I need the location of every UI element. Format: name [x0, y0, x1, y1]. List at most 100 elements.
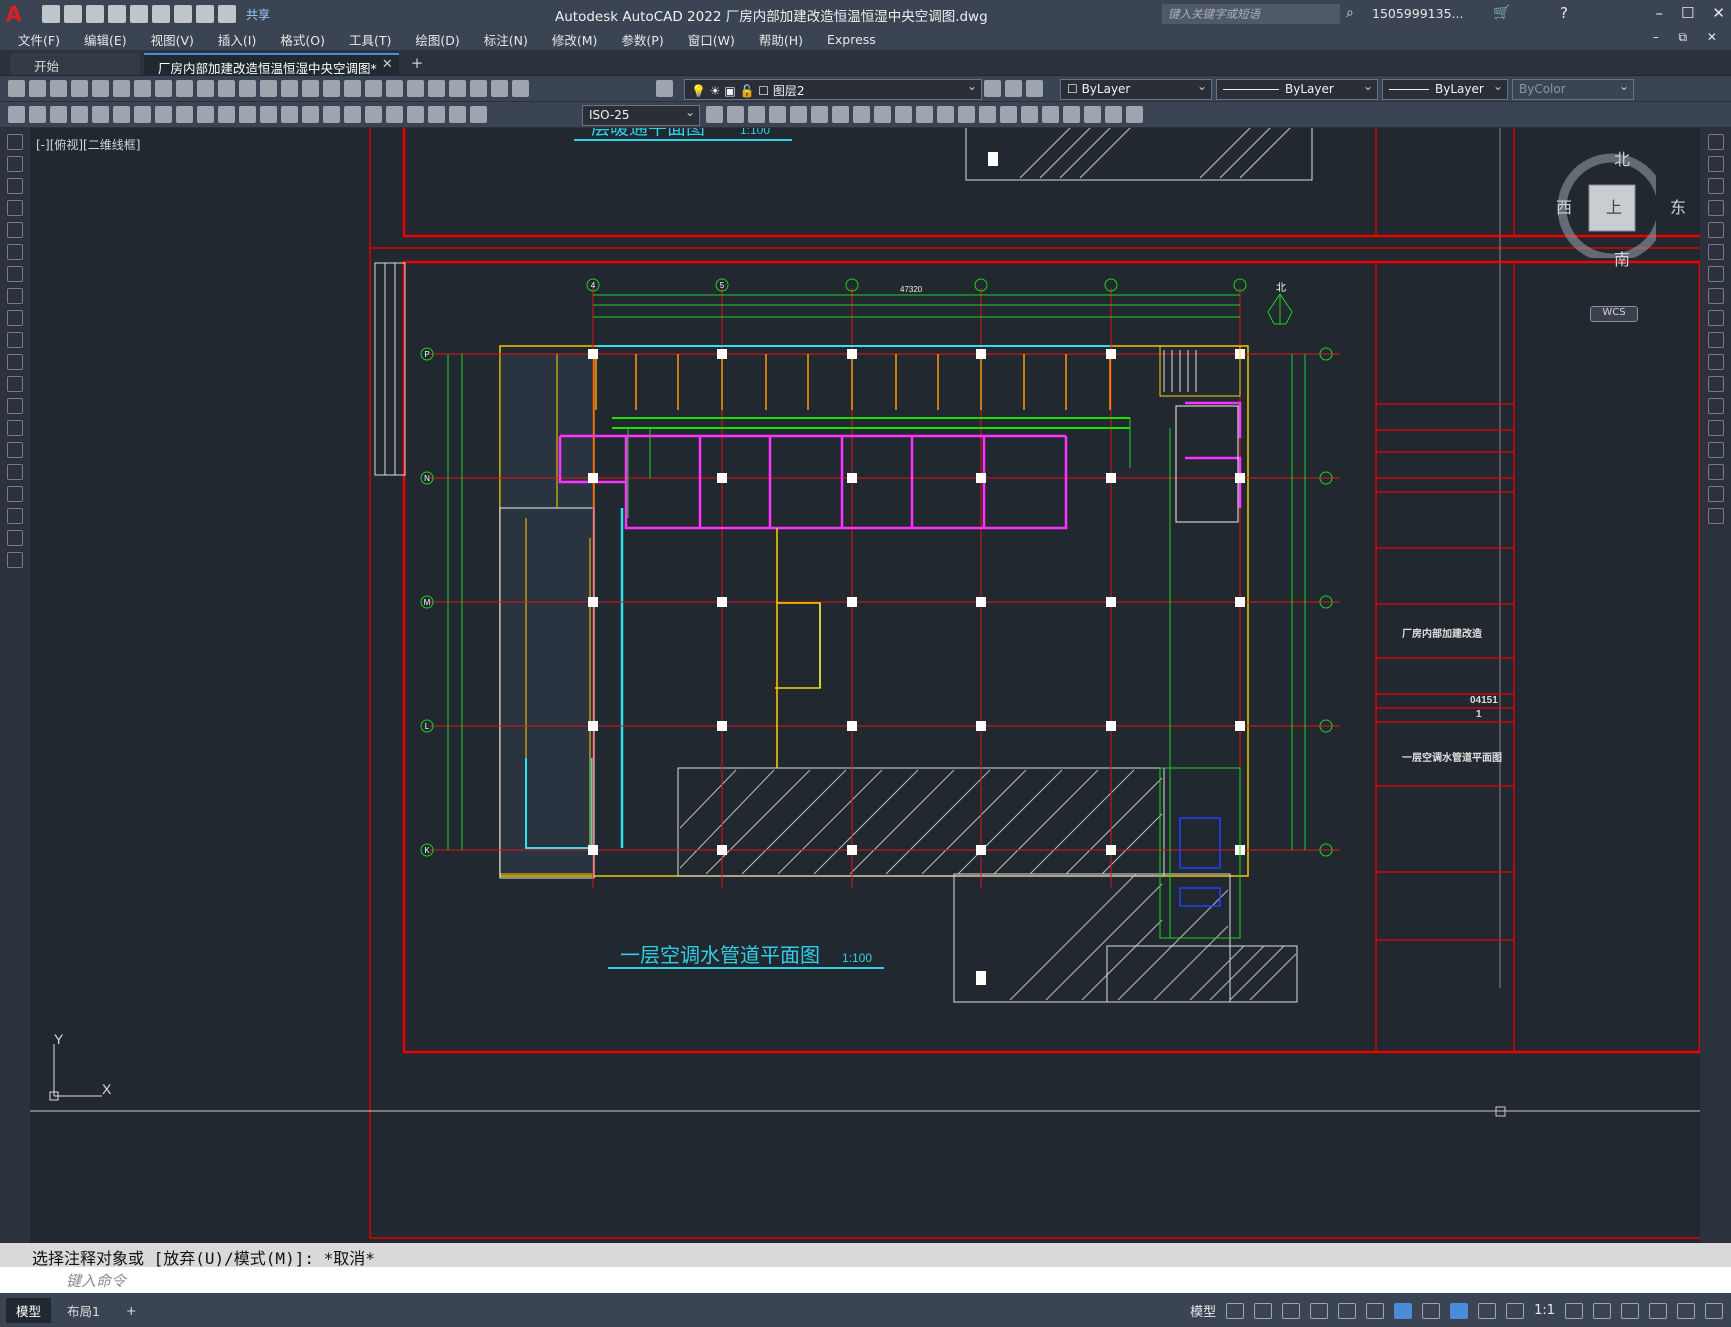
xedit-icon[interactable] [1000, 106, 1017, 123]
open-web-icon[interactable] [130, 5, 148, 23]
snap-icon[interactable] [979, 106, 996, 123]
dim-space-icon[interactable] [302, 106, 319, 123]
tolerance-icon[interactable] [344, 106, 361, 123]
tab-close-icon[interactable]: ✕ [382, 57, 393, 72]
layer-walk-icon[interactable] [50, 106, 67, 123]
layer-state-icon[interactable] [1026, 80, 1043, 97]
save-icon[interactable] [50, 80, 67, 97]
inspect-icon[interactable] [386, 106, 403, 123]
draworder-front-icon[interactable] [727, 106, 744, 123]
stretch-icon[interactable] [1707, 310, 1724, 326]
isolate-objects-icon[interactable] [1621, 1302, 1639, 1319]
point-icon[interactable] [7, 420, 23, 436]
line-icon[interactable] [7, 134, 23, 150]
match-prop-icon[interactable] [218, 80, 235, 97]
linetype-dropdown[interactable]: ByLayer [1216, 79, 1378, 100]
help-icon[interactable] [512, 80, 529, 97]
markup-icon[interactable] [470, 80, 487, 97]
dim-edit-icon[interactable] [428, 106, 445, 123]
rotate-icon[interactable] [1707, 266, 1724, 282]
dim-text-edit-icon[interactable] [449, 106, 466, 123]
menu-item-12[interactable]: Express [815, 32, 888, 47]
publish-icon[interactable] [113, 80, 130, 97]
polygon-icon[interactable] [7, 200, 23, 216]
circle-icon[interactable] [7, 266, 23, 282]
quick-dim-icon[interactable] [239, 106, 256, 123]
copy-object-icon[interactable] [1707, 156, 1724, 172]
table-icon[interactable] [7, 508, 23, 524]
menu-item-9[interactable]: 参数(P) [609, 30, 675, 49]
object-snap-icon[interactable] [1394, 1302, 1413, 1319]
insert-block-icon[interactable] [7, 376, 23, 392]
layer-dropdown[interactable]: 💡 ☀ ▣ 🔓 ☐ 图层2 [684, 79, 982, 100]
workspace-gear-icon[interactable] [1565, 1302, 1583, 1319]
plot-preview-icon[interactable] [92, 80, 109, 97]
menu-item-11[interactable]: 帮助(H) [747, 30, 815, 49]
break-icon[interactable] [1707, 398, 1724, 414]
dimstyle-icon[interactable] [706, 106, 723, 123]
compass-west[interactable]: 西 [1556, 194, 1572, 218]
menu-item-2[interactable]: 视图(V) [139, 30, 206, 49]
break-point-icon[interactable] [1707, 376, 1724, 392]
tool-palettes-icon[interactable] [428, 80, 445, 97]
dim-linear-icon[interactable] [71, 106, 88, 123]
menu-item-4[interactable]: 格式(O) [268, 30, 337, 49]
insert-icon[interactable] [874, 106, 891, 123]
dimstyle-dropdown[interactable]: ISO-25 [582, 105, 700, 126]
viewport-label[interactable]: [-][俯视][二维线框] [36, 136, 140, 153]
adjust-icon[interactable] [937, 106, 954, 123]
undo-icon[interactable] [196, 5, 214, 23]
properties-icon[interactable] [386, 80, 403, 97]
viewcube-top-face[interactable]: 上 [1606, 194, 1622, 218]
explode-icon[interactable] [1707, 508, 1724, 524]
erase-icon[interactable] [1707, 134, 1724, 150]
cart-icon[interactable]: 🛒 [1493, 5, 1510, 21]
add-selected-icon[interactable] [7, 552, 23, 568]
menu-item-10[interactable]: 窗口(W) [676, 30, 747, 49]
lineweight-dropdown[interactable]: ByLayer [1382, 79, 1508, 100]
ellipse-icon[interactable] [7, 332, 23, 348]
dim-break-icon[interactable] [323, 106, 340, 123]
zoom-realtime-icon[interactable] [323, 80, 340, 97]
refclose-icon[interactable] [1042, 106, 1059, 123]
trim-icon[interactable] [1707, 332, 1724, 348]
grid-icon[interactable] [1226, 1302, 1245, 1319]
xref-icon[interactable] [853, 106, 870, 123]
undo-icon[interactable] [260, 80, 277, 97]
cut-icon[interactable] [155, 80, 172, 97]
draworder-below-icon[interactable] [790, 106, 807, 123]
polar-icon[interactable] [1310, 1302, 1329, 1319]
object-snap-tracking-icon[interactable] [1366, 1302, 1385, 1319]
join-icon[interactable] [1707, 420, 1724, 436]
redo-icon[interactable] [281, 80, 298, 97]
layer-iso-icon[interactable] [29, 106, 46, 123]
design-center-icon[interactable] [407, 80, 424, 97]
tab-drawing[interactable]: 厂房内部加建改造恒温恒湿中央空调图* ✕ [144, 53, 399, 76]
document-window-controls[interactable]: – ⧉ ✕ [1653, 30, 1725, 45]
calculator-icon[interactable] [491, 80, 508, 97]
refedit-icon[interactable] [1021, 106, 1038, 123]
mirror-icon[interactable] [1707, 178, 1724, 194]
rectangle-icon[interactable] [7, 222, 23, 238]
draworder-above-icon[interactable] [769, 106, 786, 123]
dim-update-icon[interactable] [470, 106, 487, 123]
region-icon[interactable] [7, 486, 23, 502]
dim-angular-icon[interactable] [218, 106, 235, 123]
new-tab-button[interactable]: + [411, 54, 424, 72]
share-button[interactable]: 共享 [246, 6, 270, 23]
hatch-back-icon[interactable] [832, 106, 849, 123]
open-icon[interactable] [29, 80, 46, 97]
refset-icon[interactable] [1063, 106, 1080, 123]
selection-cycling-icon[interactable] [1450, 1302, 1469, 1319]
block-editor-icon[interactable] [239, 80, 256, 97]
layer-properties-icon[interactable] [656, 80, 673, 97]
text-front-icon[interactable] [811, 106, 828, 123]
pline-icon[interactable] [7, 178, 23, 194]
fillet-icon[interactable] [1707, 464, 1724, 480]
tab-start[interactable]: 开始 [10, 53, 140, 75]
annotation-monitor-icon[interactable] [1593, 1302, 1611, 1319]
plotstyle-dropdown[interactable]: ByColor [1512, 79, 1634, 100]
move-icon[interactable] [1707, 244, 1724, 260]
dim-continue-icon[interactable] [281, 106, 298, 123]
save-as-icon[interactable] [108, 5, 126, 23]
